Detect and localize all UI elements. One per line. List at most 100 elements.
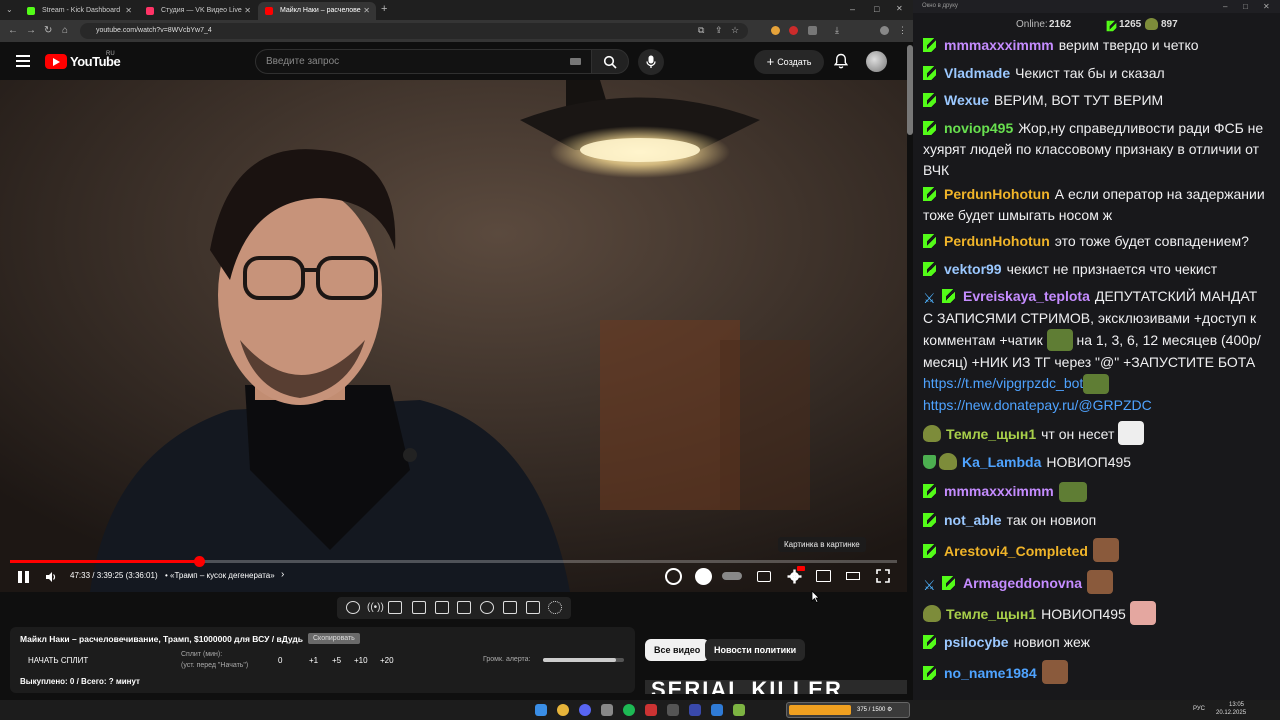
add-1-button[interactable]: +1	[309, 656, 318, 665]
reload-icon[interactable]: ↻	[44, 24, 52, 38]
notifications-bell-icon[interactable]	[834, 53, 848, 69]
extension-shield-icon[interactable]	[665, 568, 682, 585]
add-5-button[interactable]: +5	[332, 656, 341, 665]
keyboard-language[interactable]: РУС	[1193, 706, 1205, 712]
user-avatar[interactable]	[866, 51, 887, 72]
copy-button[interactable]: Скопировать	[308, 633, 360, 644]
youtube-logo[interactable]: YouTube RU	[45, 51, 121, 69]
taskbar-app-icon[interactable]	[645, 704, 657, 716]
home-icon[interactable]: ⌂	[62, 24, 68, 38]
spotify-icon[interactable]	[623, 704, 635, 716]
chrome-icon[interactable]	[557, 704, 569, 716]
taskbar-app-icon[interactable]	[689, 704, 701, 716]
hamburger-menu-icon[interactable]	[16, 55, 30, 67]
chat-minimize-button[interactable]: –	[1223, 0, 1227, 13]
close-tab-icon[interactable]: ✕	[363, 2, 370, 20]
speed-icon[interactable]	[480, 601, 494, 614]
new-tab-button[interactable]: +	[381, 2, 387, 16]
taskbar-app-icon[interactable]	[601, 704, 613, 716]
chat-close-button[interactable]: ✕	[1263, 0, 1270, 13]
chat-username[interactable]: psilocybe	[944, 634, 1009, 650]
chat-link[interactable]: https://new.donatepay.ru/@GRPZDC	[923, 397, 1152, 413]
chat-username[interactable]: mmmaxxximmm	[944, 37, 1054, 53]
chat-username[interactable]: mmmaxxximmm	[944, 483, 1054, 499]
stream-goal-widget[interactable]: 375 / 1500 ⚙	[786, 702, 910, 718]
close-tab-icon[interactable]: ✕	[244, 2, 251, 20]
picture-in-picture-icon[interactable]	[457, 601, 471, 614]
add-20-button[interactable]: +20	[380, 656, 394, 665]
install-icon[interactable]: ⧉	[698, 23, 704, 37]
chat-username[interactable]: Wexue	[944, 92, 989, 108]
miniplayer-icon[interactable]	[816, 570, 831, 582]
create-button[interactable]: + Создать	[754, 50, 824, 74]
seek-bar[interactable]	[10, 556, 897, 567]
volume-icon[interactable]	[45, 571, 57, 583]
tab-list-icon[interactable]: ⌄	[6, 3, 13, 17]
chat-username[interactable]: Темле_щын1	[946, 426, 1036, 442]
chat-username[interactable]: Arestovi4_Completed	[944, 543, 1088, 559]
chat-username[interactable]: PerdunHohotun	[944, 233, 1050, 249]
chip-all-videos[interactable]: Все видео	[645, 639, 710, 661]
bookmark-star-icon[interactable]: ☆	[731, 23, 739, 37]
browser-menu-icon[interactable]: ⋮	[898, 23, 907, 37]
toolbar-settings-icon[interactable]	[548, 601, 562, 614]
minimize-button[interactable]: –	[850, 2, 855, 16]
voice-search-button[interactable]	[638, 49, 664, 75]
chat-username[interactable]: noviop495	[944, 120, 1013, 136]
extension-icon[interactable]	[789, 26, 798, 35]
discord-icon[interactable]	[579, 704, 591, 716]
eye-icon[interactable]	[388, 601, 402, 614]
broadcast-icon[interactable]: ((•))	[367, 601, 384, 614]
loop-icon[interactable]	[346, 601, 360, 614]
forward-icon[interactable]: →	[26, 24, 36, 38]
crop-icon[interactable]	[435, 601, 449, 614]
chat-username[interactable]: Evreiskaya_teplota	[963, 288, 1090, 304]
close-window-button[interactable]: ✕	[896, 2, 903, 16]
maximize-button[interactable]: □	[874, 2, 879, 16]
subtitles-icon[interactable]	[757, 571, 771, 582]
chat-username[interactable]: PerdunHohotun	[944, 186, 1050, 202]
alert-volume-slider[interactable]	[543, 658, 624, 662]
chapter-chevron-icon[interactable]: ›	[281, 569, 284, 580]
chip-politics-news[interactable]: Новости политики	[705, 639, 806, 661]
add-screen-icon[interactable]	[503, 601, 517, 614]
chat-maximize-button[interactable]: □	[1243, 0, 1248, 13]
chat-username[interactable]: Armageddonovna	[963, 575, 1082, 591]
extension-icon[interactable]	[771, 26, 780, 35]
pause-icon[interactable]	[18, 571, 22, 583]
share-icon[interactable]: ⇪	[715, 23, 723, 37]
taskbar-app-icon[interactable]	[711, 704, 723, 716]
taskbar-app-icon[interactable]	[733, 704, 745, 716]
search-button[interactable]	[591, 49, 629, 74]
autoplay-toggle[interactable]	[722, 572, 742, 580]
chat-username[interactable]: Vladmade	[944, 65, 1010, 81]
clock-time[interactable]: 13:05	[1229, 702, 1244, 708]
chapter-title[interactable]: • «Трамп – кусок дегенерата»	[165, 571, 275, 580]
profile-avatar[interactable]	[880, 26, 889, 35]
split-value-input[interactable]: 0	[278, 656, 282, 665]
add-10-button[interactable]: +10	[354, 656, 368, 665]
start-windows-icon[interactable]	[535, 704, 547, 716]
chat-username[interactable]: Темле_щын1	[946, 606, 1036, 622]
video-player[interactable]: Картинка в картинке 47:33 / 3:39:25 (3:3…	[0, 80, 907, 592]
chat-username[interactable]: vektor99	[944, 261, 1002, 277]
fullscreen-icon[interactable]	[876, 569, 890, 583]
taskbar-app-icon[interactable]	[667, 704, 679, 716]
tab-vk-studio[interactable]: Студия — VK Видео Live ✕	[139, 2, 257, 20]
chat-username[interactable]: Ka_Lambda	[962, 454, 1041, 470]
chat-username[interactable]: no_name1984	[944, 665, 1037, 681]
film-icon[interactable]	[412, 601, 426, 614]
start-split-button[interactable]: НАЧАТЬ СПЛИТ	[28, 656, 88, 665]
pause-icon[interactable]	[25, 571, 29, 583]
theater-mode-icon[interactable]	[846, 572, 860, 580]
close-tab-icon[interactable]: ✕	[125, 2, 132, 20]
tab-youtube-video[interactable]: Майкл Наки – расчелове ✕	[258, 2, 376, 20]
clock-date[interactable]: 20.12.2025	[1216, 710, 1246, 716]
tab-kick-dashboard[interactable]: Stream - Kick Dashboard ✕	[20, 2, 138, 20]
chat-link[interactable]: https://t.me/vipgrpzdc_bot	[923, 375, 1083, 391]
settings-gear-icon[interactable]	[787, 569, 802, 584]
keyboard-icon[interactable]	[570, 58, 581, 65]
search-input[interactable]: Введите запрос	[255, 49, 592, 74]
chat-username[interactable]: not_able	[944, 512, 1002, 528]
back-icon[interactable]: ←	[8, 24, 18, 38]
